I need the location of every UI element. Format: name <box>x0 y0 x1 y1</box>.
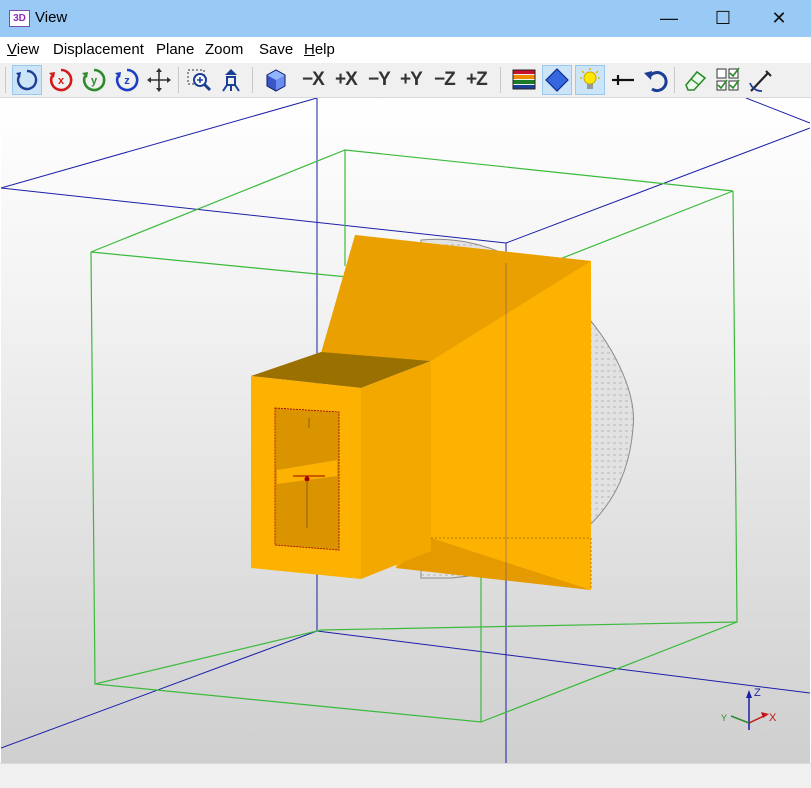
pan-arrows-icon <box>147 68 171 92</box>
triad-z-label: Z <box>754 687 761 699</box>
color-bars-icon <box>512 69 536 90</box>
app-icon: 3D <box>9 10 30 27</box>
menu-plane[interactable]: Plane <box>156 41 194 58</box>
light-bulb-icon <box>580 68 600 89</box>
menu-bar: View Displacement Plane Zoom Save Help <box>0 37 811 63</box>
close-button[interactable]: ✕ <box>756 0 802 37</box>
axes-button[interactable] <box>608 65 638 95</box>
svg-text:x: x <box>58 75 65 87</box>
minimize-button[interactable]: — <box>646 0 692 37</box>
maximize-icon: ☐ <box>714 8 732 28</box>
color-scale-button[interactable] <box>509 65 539 95</box>
solid-view-button[interactable] <box>261 65 291 95</box>
title-bar: 3D View — ☐ ✕ <box>0 0 811 37</box>
window-title: View <box>35 9 68 26</box>
svg-text:z: z <box>124 75 130 87</box>
cube-icon <box>266 69 286 92</box>
rotate-free-button[interactable] <box>12 65 42 95</box>
rotate-free-icon <box>16 69 38 91</box>
menu-help[interactable]: Help <box>304 41 335 58</box>
fit-view-button[interactable] <box>216 65 246 95</box>
toolbar-grip <box>5 67 6 93</box>
view-plus-z-button[interactable]: +Z <box>466 66 488 94</box>
shading-button[interactable] <box>542 65 572 95</box>
axis-triad: Z X Y <box>721 687 777 730</box>
status-bar <box>0 763 811 788</box>
lighting-button[interactable] <box>575 65 605 95</box>
menu-displacement[interactable]: Displacement <box>53 41 144 58</box>
eraser-icon <box>685 70 707 91</box>
triad-x-label: X <box>769 712 777 724</box>
view-minus-z-button[interactable]: −Z <box>434 66 456 94</box>
scene-canvas: Z X Y <box>1 98 810 763</box>
rotate-z-button[interactable]: z <box>112 65 142 95</box>
checklist-grid-icon <box>716 67 740 91</box>
rotate-x-button[interactable]: x <box>46 65 76 95</box>
menu-zoom[interactable]: Zoom <box>205 41 243 58</box>
pan-button[interactable] <box>144 65 174 95</box>
zoom-window-icon <box>187 69 212 92</box>
rotate-z-icon: z <box>115 68 139 92</box>
toolbar: x y z −X +X −Y +Y −Z +Z <box>0 63 811 98</box>
probe-button[interactable] <box>746 65 776 95</box>
checklist-button[interactable] <box>713 65 743 95</box>
rotate-x-icon: x <box>49 68 73 92</box>
waveguide-feed <box>251 352 431 579</box>
undo-icon <box>644 71 668 93</box>
axis-line-icon <box>612 75 634 85</box>
zoom-window-button[interactable] <box>184 65 214 95</box>
close-icon: ✕ <box>771 8 787 28</box>
view-plus-x-button[interactable]: +X <box>335 66 358 94</box>
probe-pen-icon <box>749 70 772 92</box>
view-minus-x-button[interactable]: −X <box>302 66 325 94</box>
svg-text:y: y <box>91 75 98 87</box>
view-plus-y-button[interactable]: +Y <box>400 66 423 94</box>
rotate-y-button[interactable]: y <box>79 65 109 95</box>
undo-button[interactable] <box>640 65 670 95</box>
fit-view-icon <box>222 69 240 92</box>
menu-save[interactable]: Save <box>259 41 293 58</box>
view-minus-y-button[interactable]: −Y <box>368 66 391 94</box>
menu-view[interactable]: View <box>7 41 39 58</box>
minimize-icon: — <box>660 8 678 28</box>
diamond-icon <box>545 68 569 92</box>
triad-y-label: Y <box>721 713 727 723</box>
rotate-y-icon: y <box>82 68 106 92</box>
maximize-button[interactable]: ☐ <box>700 0 746 37</box>
3d-viewport[interactable]: Z X Y <box>1 98 810 763</box>
eraser-button[interactable] <box>680 65 710 95</box>
